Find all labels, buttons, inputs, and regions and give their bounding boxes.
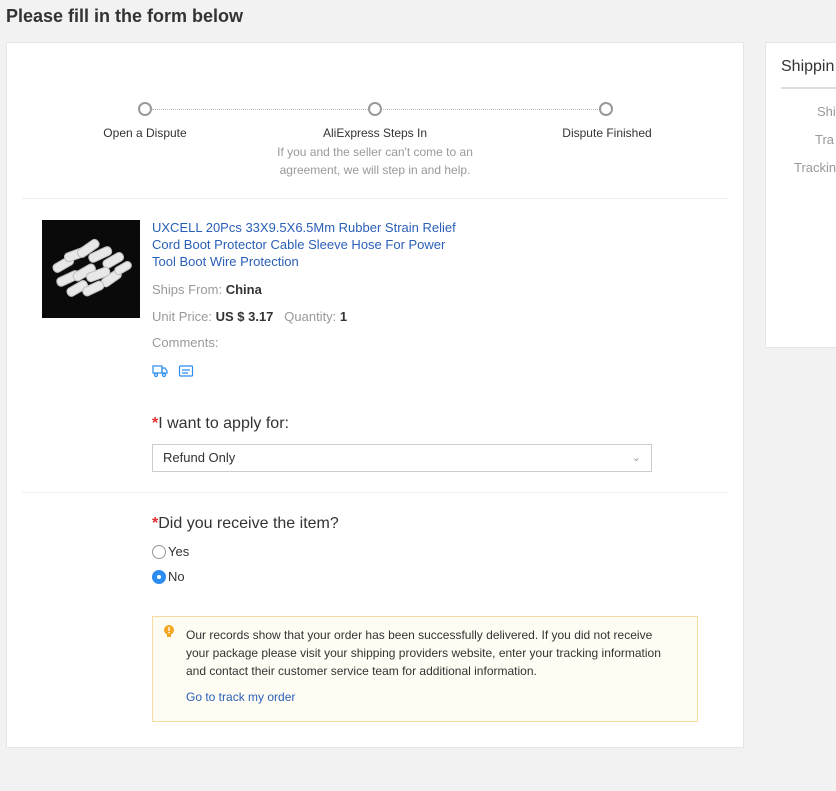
comments-label: Comments: bbox=[152, 335, 219, 350]
lightbulb-icon bbox=[163, 624, 175, 640]
step-1-dot bbox=[138, 102, 152, 116]
track-order-link[interactable]: Go to track my order bbox=[186, 690, 295, 704]
step-3-dot bbox=[599, 102, 613, 116]
received-item-label: Did you receive the item? bbox=[158, 515, 339, 532]
apply-for-select[interactable]: Refund Only ⌄ bbox=[152, 444, 652, 472]
ships-from-value: China bbox=[225, 282, 262, 297]
apply-for-label: I want to apply for: bbox=[158, 415, 289, 432]
radio-no-label: No bbox=[168, 569, 185, 584]
step-1-label: Open a Dispute bbox=[103, 126, 187, 140]
shipping-item-1: Shi bbox=[817, 104, 836, 119]
page-title: Please fill in the form below bbox=[6, 6, 244, 26]
shipping-truck-icon[interactable] bbox=[152, 364, 168, 378]
divider bbox=[22, 492, 729, 493]
steps-progress-line bbox=[152, 109, 612, 110]
product-title-link[interactable]: UXCELL 20Pcs 33X9.5X6.5Mm Rubber Strain … bbox=[152, 219, 472, 270]
shipping-info-card: Shippin Shi Tra Trackin bbox=[765, 42, 836, 348]
delivery-notice: Our records show that your order has bee… bbox=[152, 616, 698, 722]
ships-from-label: Ships From: bbox=[152, 282, 223, 297]
product-thumbnail[interactable] bbox=[42, 220, 140, 318]
apply-for-question: *I want to apply for: bbox=[152, 415, 289, 433]
shipping-item-2: Tra bbox=[815, 132, 835, 147]
radio-option-yes[interactable]: Yes bbox=[152, 544, 189, 559]
shipping-card-title: Shippin bbox=[781, 58, 835, 75]
shipping-card-divider bbox=[781, 87, 836, 89]
step-3-label: Dispute Finished bbox=[562, 126, 652, 140]
chevron-down-icon: ⌄ bbox=[631, 452, 641, 464]
notice-text: Our records show that your order has bee… bbox=[186, 628, 661, 678]
divider bbox=[22, 198, 729, 199]
radio-no[interactable] bbox=[152, 569, 166, 584]
quantity-label: Quantity: bbox=[284, 309, 337, 324]
radio-yes[interactable] bbox=[152, 544, 166, 559]
product-actions bbox=[152, 364, 194, 378]
message-card-icon[interactable] bbox=[178, 364, 194, 378]
dispute-form-card: Open a Dispute AliExpress Steps In Dispu… bbox=[6, 42, 744, 748]
radio-yes-label: Yes bbox=[168, 544, 190, 559]
step-2-dot bbox=[368, 102, 382, 116]
step-2-description: If you and the seller can't come to an a… bbox=[277, 145, 473, 177]
received-item-question: *Did you receive the item? bbox=[152, 515, 339, 533]
step-2-label: AliExpress Steps In bbox=[322, 126, 428, 140]
unit-price-value: US $ 3.17 bbox=[215, 309, 274, 324]
apply-for-selected-value: Refund Only bbox=[163, 450, 236, 465]
shipping-item-3: Trackin bbox=[794, 160, 836, 175]
price-quantity: Unit Price: US $ 3.17 Quantity: 1 bbox=[152, 309, 347, 324]
ships-from: Ships From: China bbox=[152, 282, 262, 297]
quantity-value: 1 bbox=[339, 309, 348, 324]
radio-option-no[interactable]: No bbox=[152, 569, 185, 584]
unit-price-label: Unit Price: bbox=[152, 309, 212, 324]
